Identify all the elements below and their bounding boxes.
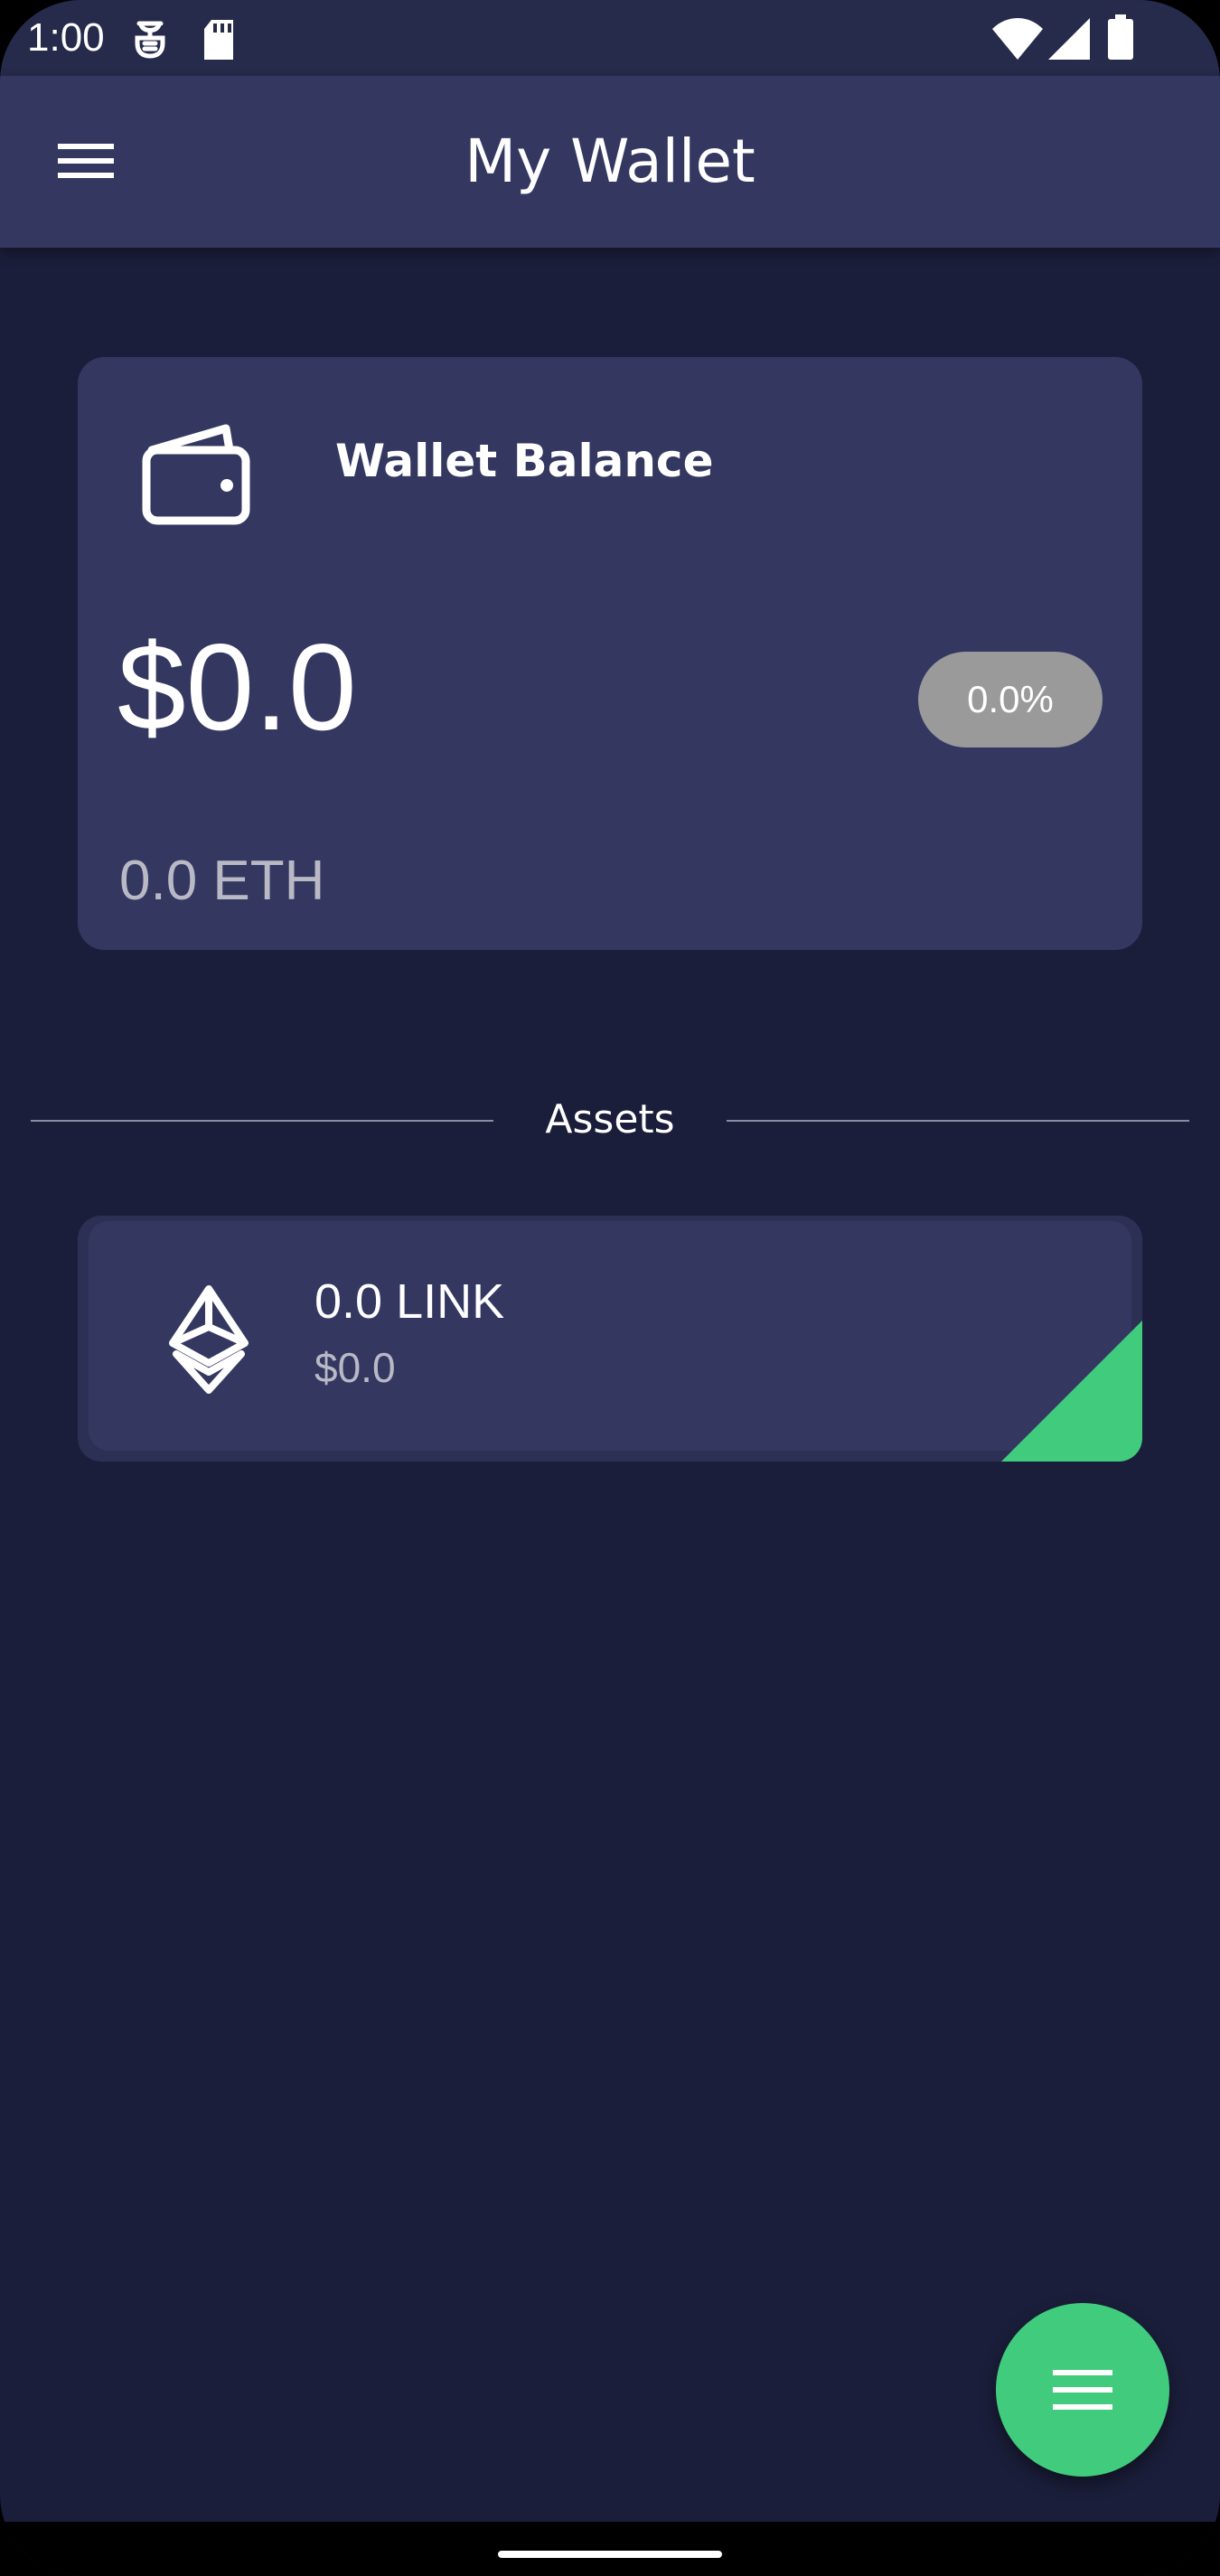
floating-action-button[interactable] xyxy=(996,2303,1169,2477)
sd-card-icon xyxy=(204,20,233,60)
wifi-icon xyxy=(992,18,1043,60)
battery-icon xyxy=(1108,14,1133,60)
system-navigation-bar xyxy=(0,2522,1220,2576)
assets-section-title: Assets xyxy=(545,1096,675,1142)
status-bar: 1:00 xyxy=(0,0,1220,76)
change-percent-badge: 0.0% xyxy=(918,652,1103,747)
notification-icon xyxy=(135,21,165,59)
app-bar: My Wallet xyxy=(0,76,1220,248)
home-gesture-handle[interactable] xyxy=(498,2551,722,2558)
phone-screen: 1:00 My Wallet Wallet Balance $0.0 0.0% … xyxy=(0,0,1220,2576)
asset-status-corner xyxy=(1001,1321,1142,1462)
menu-icon xyxy=(1053,2370,1112,2410)
ethereum-icon xyxy=(169,1285,249,1394)
wallet-icon xyxy=(142,424,250,525)
wallet-balance-title: Wallet Balance xyxy=(335,435,714,487)
balance-usd: $0.0 xyxy=(117,618,357,756)
asset-value: $0.0 xyxy=(314,1344,396,1391)
menu-icon xyxy=(58,144,114,178)
wallet-balance-card: Wallet Balance $0.0 0.0% 0.0 ETH xyxy=(78,357,1142,950)
assets-divider-right xyxy=(727,1120,1189,1122)
asset-list-item[interactable]: 0.0 LINK $0.0 xyxy=(78,1216,1142,1462)
asset-amount: 0.0 LINK xyxy=(314,1274,505,1329)
status-time: 1:00 xyxy=(27,15,105,60)
menu-button[interactable] xyxy=(43,127,125,196)
assets-divider-left xyxy=(31,1120,493,1122)
balance-eth: 0.0 ETH xyxy=(119,850,325,912)
signal-icon xyxy=(1048,18,1090,60)
page-title: My Wallet xyxy=(465,127,755,196)
